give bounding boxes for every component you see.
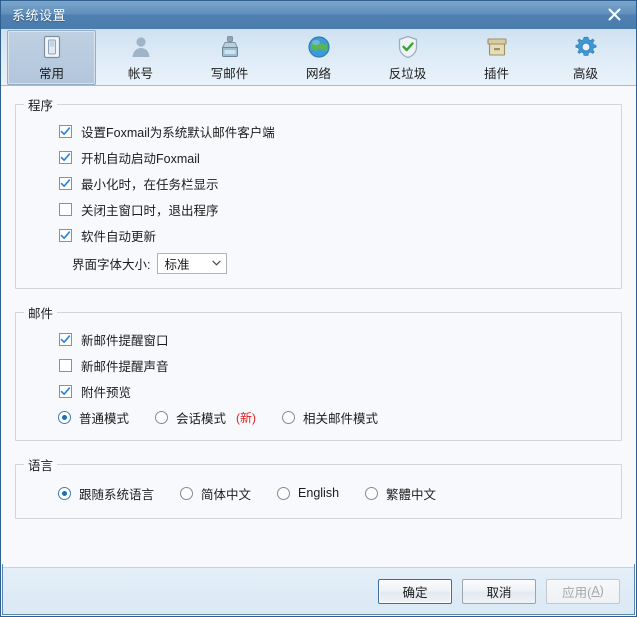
group-language: 语言 跟随系统语言 简体中文 English 繁體中文 xyxy=(15,455,622,519)
language-radio-group: 跟随系统语言 简体中文 English 繁體中文 xyxy=(16,478,621,508)
settings-content: 程序 设置Foxmail为系统默认邮件客户端 开机自动启动Foxmail xyxy=(1,86,636,564)
tab-label: 帐号 xyxy=(128,63,153,82)
dialog-footer: 确定 取消 应用(A) xyxy=(3,567,634,614)
font-size-caption: 界面字体大小: xyxy=(72,254,150,273)
group-mail: 邮件 新邮件提醒窗口 新邮件提醒声音 附件预览 xyxy=(15,303,622,441)
apply-label-suffix: ) xyxy=(600,584,604,598)
option-label: 软件自动更新 xyxy=(81,226,156,245)
option-default-client[interactable]: 设置Foxmail为系统默认邮件客户端 xyxy=(16,118,621,144)
option-label: 新邮件提醒声音 xyxy=(81,356,169,375)
checkbox-default-client[interactable] xyxy=(59,125,72,138)
account-icon xyxy=(128,33,154,61)
option-label: 最小化时，在任务栏显示 xyxy=(81,174,219,193)
check-icon xyxy=(60,230,71,241)
option-minimize-to-tray[interactable]: 最小化时，在任务栏显示 xyxy=(16,170,621,196)
chevron-down-icon xyxy=(212,260,221,266)
tab-compose[interactable]: 写邮件 xyxy=(185,30,274,85)
option-label: 附件预览 xyxy=(81,382,131,401)
radio-conversation-mode[interactable] xyxy=(155,411,168,424)
checkbox-attachment-preview[interactable] xyxy=(59,385,72,398)
option-new-mail-popup[interactable]: 新邮件提醒窗口 xyxy=(16,326,621,352)
tab-account[interactable]: 帐号 xyxy=(96,30,185,85)
font-size-select[interactable]: 标准 xyxy=(157,253,227,274)
option-auto-update[interactable]: 软件自动更新 xyxy=(16,222,621,248)
tab-label: 高级 xyxy=(573,63,598,82)
option-exit-on-close[interactable]: 关闭主窗口时，退出程序 xyxy=(16,196,621,222)
radio-label: 繁體中文 xyxy=(386,484,436,503)
general-icon xyxy=(39,33,65,61)
option-label: 关闭主窗口时，退出程序 xyxy=(81,200,219,219)
option-new-mail-sound[interactable]: 新邮件提醒声音 xyxy=(16,352,621,378)
checkbox-exit-on-close[interactable] xyxy=(59,203,72,216)
radio-label: 相关邮件模式 xyxy=(303,408,378,427)
radio-normal-mode[interactable] xyxy=(58,411,71,424)
group-language-legend: 语言 xyxy=(24,455,57,474)
tab-advanced[interactable]: 高级 xyxy=(541,30,630,85)
settings-tabbar: 常用 帐号 写邮件 xyxy=(1,29,636,86)
tab-plugin[interactable]: 插件 xyxy=(452,30,541,85)
tab-label: 常用 xyxy=(39,63,64,82)
plugin-icon xyxy=(484,33,510,61)
tab-label: 网络 xyxy=(306,63,331,82)
font-size-value: 标准 xyxy=(164,254,189,273)
font-size-row: 界面字体大小: 标准 xyxy=(16,248,621,278)
check-icon xyxy=(60,126,71,137)
new-badge: (新) xyxy=(236,409,256,426)
tab-label: 反垃圾 xyxy=(389,63,427,82)
option-autostart[interactable]: 开机自动启动Foxmail xyxy=(16,144,621,170)
apply-accelerator: A xyxy=(591,584,599,598)
radio-label: 会话模式 xyxy=(176,408,226,427)
option-label: 设置Foxmail为系统默认邮件客户端 xyxy=(81,122,275,141)
close-icon xyxy=(607,7,622,22)
radio-english[interactable] xyxy=(277,487,290,500)
antispam-icon xyxy=(395,33,421,61)
check-icon xyxy=(60,152,71,163)
radio-related-mail-mode[interactable] xyxy=(282,411,295,424)
check-icon xyxy=(60,178,71,189)
check-icon xyxy=(60,334,71,345)
ok-button[interactable]: 确定 xyxy=(378,579,452,604)
network-icon xyxy=(306,33,332,61)
radio-label: 普通模式 xyxy=(79,408,129,427)
tab-network[interactable]: 网络 xyxy=(274,30,363,85)
window-title: 系统设置 xyxy=(12,5,66,24)
apply-label-prefix: 应用( xyxy=(562,582,591,601)
apply-button[interactable]: 应用(A) xyxy=(546,579,620,604)
title-bar: 系统设置 xyxy=(1,1,636,29)
radio-simplified-chinese[interactable] xyxy=(180,487,193,500)
group-program: 程序 设置Foxmail为系统默认邮件客户端 开机自动启动Foxmail xyxy=(15,95,622,289)
option-attachment-preview[interactable]: 附件预览 xyxy=(16,378,621,404)
option-label: 开机自动启动Foxmail xyxy=(81,148,200,167)
radio-system-language[interactable] xyxy=(58,487,71,500)
compose-icon xyxy=(217,33,243,61)
checkbox-new-mail-sound[interactable] xyxy=(59,359,72,372)
check-icon xyxy=(60,386,71,397)
radio-traditional-chinese[interactable] xyxy=(365,487,378,500)
checkbox-auto-update[interactable] xyxy=(59,229,72,242)
close-button[interactable] xyxy=(598,4,630,25)
radio-label: 简体中文 xyxy=(201,484,251,503)
checkbox-autostart[interactable] xyxy=(59,151,72,164)
advanced-icon xyxy=(573,33,599,61)
tab-label: 写邮件 xyxy=(211,63,249,82)
cancel-button[interactable]: 取消 xyxy=(462,579,536,604)
radio-label: English xyxy=(298,486,339,500)
mail-mode-radio-group: 普通模式 会话模式 (新) 相关邮件模式 xyxy=(16,404,621,430)
tab-label: 插件 xyxy=(484,63,509,82)
group-program-legend: 程序 xyxy=(24,95,57,114)
checkbox-new-mail-popup[interactable] xyxy=(59,333,72,346)
radio-label: 跟随系统语言 xyxy=(79,484,154,503)
tab-general[interactable]: 常用 xyxy=(7,30,96,85)
checkbox-minimize-to-tray[interactable] xyxy=(59,177,72,190)
tab-antispam[interactable]: 反垃圾 xyxy=(363,30,452,85)
group-mail-legend: 邮件 xyxy=(24,303,57,322)
option-label: 新邮件提醒窗口 xyxy=(81,330,169,349)
settings-window: 系统设置 常用 帐 xyxy=(0,0,637,617)
